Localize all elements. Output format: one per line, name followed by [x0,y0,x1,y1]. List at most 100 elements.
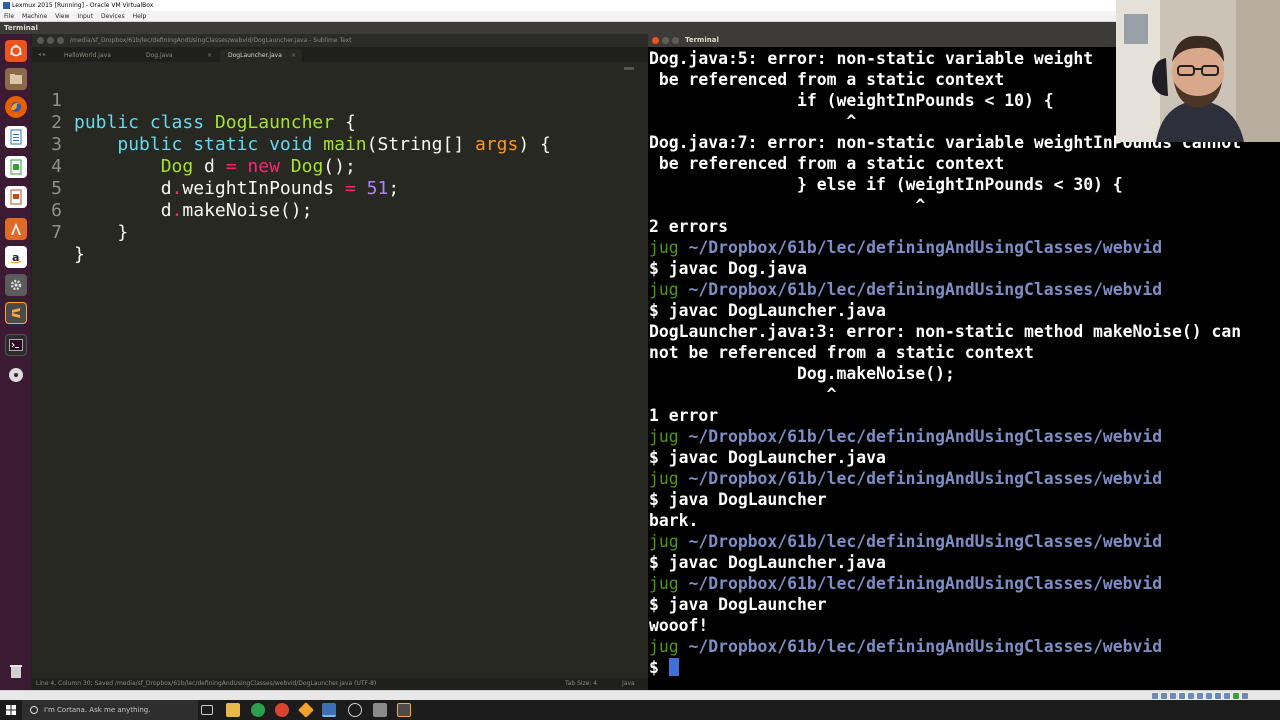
sublime-titlebar[interactable]: /media/sf_Dropbox/61b/lec/definingAndUsi… [32,34,648,47]
chrome-icon[interactable] [275,703,289,717]
cortana-icon [30,706,38,714]
code-line[interactable]: 7 } [32,200,648,265]
menu-machine[interactable]: Machine [22,11,47,21]
screen: Lexmux 2015 [Running] - Oracle VM Virtua… [0,0,1280,720]
maximize-window-button[interactable] [672,37,679,44]
amazon-icon[interactable]: a [5,246,27,268]
host-key-icon[interactable] [1242,693,1248,699]
mouse-integration-icon[interactable] [1233,693,1239,699]
prompt-line: jug ~/Dropbox/61b/lec/definingAndUsingCl… [649,238,1163,257]
presenter-video-image [1116,0,1280,142]
close-icon[interactable]: × [291,49,296,62]
sublime-text-icon[interactable] [5,302,27,324]
status-message: Line 4, Column 30; Saved /media/sf_Dropb… [36,680,377,687]
libreoffice-impress-icon[interactable] [5,186,27,208]
prompt-line: jug ~/Dropbox/61b/lec/definingAndUsingCl… [649,427,1163,446]
close-icon[interactable]: × [207,49,212,62]
prompt-line: jug ~/Dropbox/61b/lec/definingAndUsingCl… [649,280,1163,299]
chrome-icon[interactable] [251,703,265,717]
code-editor[interactable]: 1 public class DogLauncher { 2 public st… [32,68,648,678]
sublime-title: /media/sf_Dropbox/61b/lec/definingAndUsi… [70,37,352,44]
ubuntu-top-panel: Terminal [0,22,1280,34]
libreoffice-calc-icon[interactable] [5,156,27,178]
terminal-line: Dog.makeNoise(); [649,364,955,383]
menu-input[interactable]: Input [77,11,93,21]
files-icon[interactable] [5,68,27,90]
code-line[interactable]: 5 d.makeNoise(); [32,156,648,221]
menu-view[interactable]: View [55,11,69,21]
close-window-button[interactable] [652,37,659,44]
code-line[interactable]: 2 public static void main(String[] args)… [32,90,648,155]
audio-icon[interactable] [1170,693,1176,699]
sublime-status-bar: Line 4, Column 30; Saved /media/sf_Dropb… [32,678,648,690]
display-icon[interactable] [1206,693,1212,699]
menu-devices[interactable]: Devices [101,11,125,21]
sublime-tab-bar: ◂ ▸ HelloWorld.java Dog.java × DogLaunch… [32,47,648,62]
terminal-line: 1 error [649,406,719,425]
code-line[interactable]: 4 d.weightInPounds = 51; [32,134,648,199]
game-icon[interactable] [373,703,387,717]
windows-taskbar: I'm Cortana. Ask me anything. [0,700,1280,720]
unity-icon[interactable] [348,703,362,717]
terminal-line: DogLauncher.java:3: error: non-static me… [649,322,1242,341]
terminal-line: ^ [649,385,837,404]
git-icon[interactable] [298,702,314,718]
sublime-text-window: /media/sf_Dropbox/61b/lec/definingAndUsi… [32,34,648,690]
command-line: $ javac DogLauncher.java [649,553,886,572]
task-view-icon[interactable] [201,705,213,715]
windows-start-icon[interactable] [6,705,16,715]
sublime-text-icon[interactable] [397,703,411,717]
software-center-icon[interactable] [5,218,27,240]
command-line: $ javac DogLauncher.java [649,448,886,467]
tab-label: HelloWorld.java [64,52,111,59]
code-line[interactable]: 6 } [32,178,648,243]
command-line: $ javac DogLauncher.java [649,301,886,320]
dvd-icon[interactable] [5,364,27,386]
code-line[interactable]: 1 public class DogLauncher { [32,68,648,133]
menu-file[interactable]: File [4,11,14,21]
maximize-window-button[interactable] [57,37,64,44]
active-app-name: Terminal [4,24,38,32]
libreoffice-writer-icon[interactable] [5,126,27,148]
tab-navigation-arrows[interactable]: ◂ ▸ [38,51,46,58]
shared-folders-icon[interactable] [1197,693,1203,699]
terminal-line: } else if (weightInPounds < 30) { [649,175,1123,194]
menu-help[interactable]: Help [133,11,147,21]
cortana-search-box[interactable]: I'm Cortana. Ask me anything. [22,700,198,720]
tab-helloworld-java[interactable]: HelloWorld.java [56,49,136,62]
tab-dog-java[interactable]: Dog.java × [138,49,218,62]
code-text: } [74,244,85,265]
virtualbox-titlebar[interactable]: Lexmux 2015 [Running] - Oracle VM Virtua… [0,0,1280,11]
webcam-overlay [1116,0,1280,142]
network-icon[interactable] [1179,693,1185,699]
syntax-indicator[interactable]: Java [622,678,635,690]
code-line[interactable]: 3 Dog d = new Dog(); [32,112,648,177]
terminal-output[interactable]: Dog.java:5: error: non-static variable w… [649,48,1280,678]
terminal-icon[interactable] [5,334,27,356]
virtualbox-icon[interactable] [322,703,336,717]
virtualbox-title: Lexmux 2015 [Running] - Oracle VM Virtua… [12,2,154,9]
tab-label: DogLauncher.java [228,52,282,59]
trash-icon[interactable] [5,660,27,682]
video-capture-icon[interactable] [1215,693,1221,699]
tab-doglauncher-java[interactable]: DogLauncher.java × [220,49,302,62]
optical-drive-icon[interactable] [1161,693,1167,699]
active-command-line[interactable]: $ [649,657,1280,678]
minimize-window-button[interactable] [47,37,54,44]
cpu-icon[interactable] [1224,693,1230,699]
unity-launcher: a [0,34,32,690]
file-explorer-icon[interactable] [226,703,240,717]
firefox-icon[interactable] [5,96,27,118]
text-cursor [668,658,679,676]
terminal-line: 2 errors [649,217,728,236]
minimize-window-button[interactable] [662,37,669,44]
program-output: wooof! [649,616,709,635]
usb-icon[interactable] [1188,693,1194,699]
system-settings-icon[interactable] [5,274,27,296]
close-window-button[interactable] [37,37,44,44]
ubuntu-dash-icon[interactable] [5,40,27,62]
command-line: $ java DogLauncher [649,595,827,614]
hdd-icon[interactable] [1152,693,1158,699]
prompt-line: jug ~/Dropbox/61b/lec/definingAndUsingCl… [649,469,1163,488]
tab-size-indicator[interactable]: Tab Size: 4 [565,678,597,690]
